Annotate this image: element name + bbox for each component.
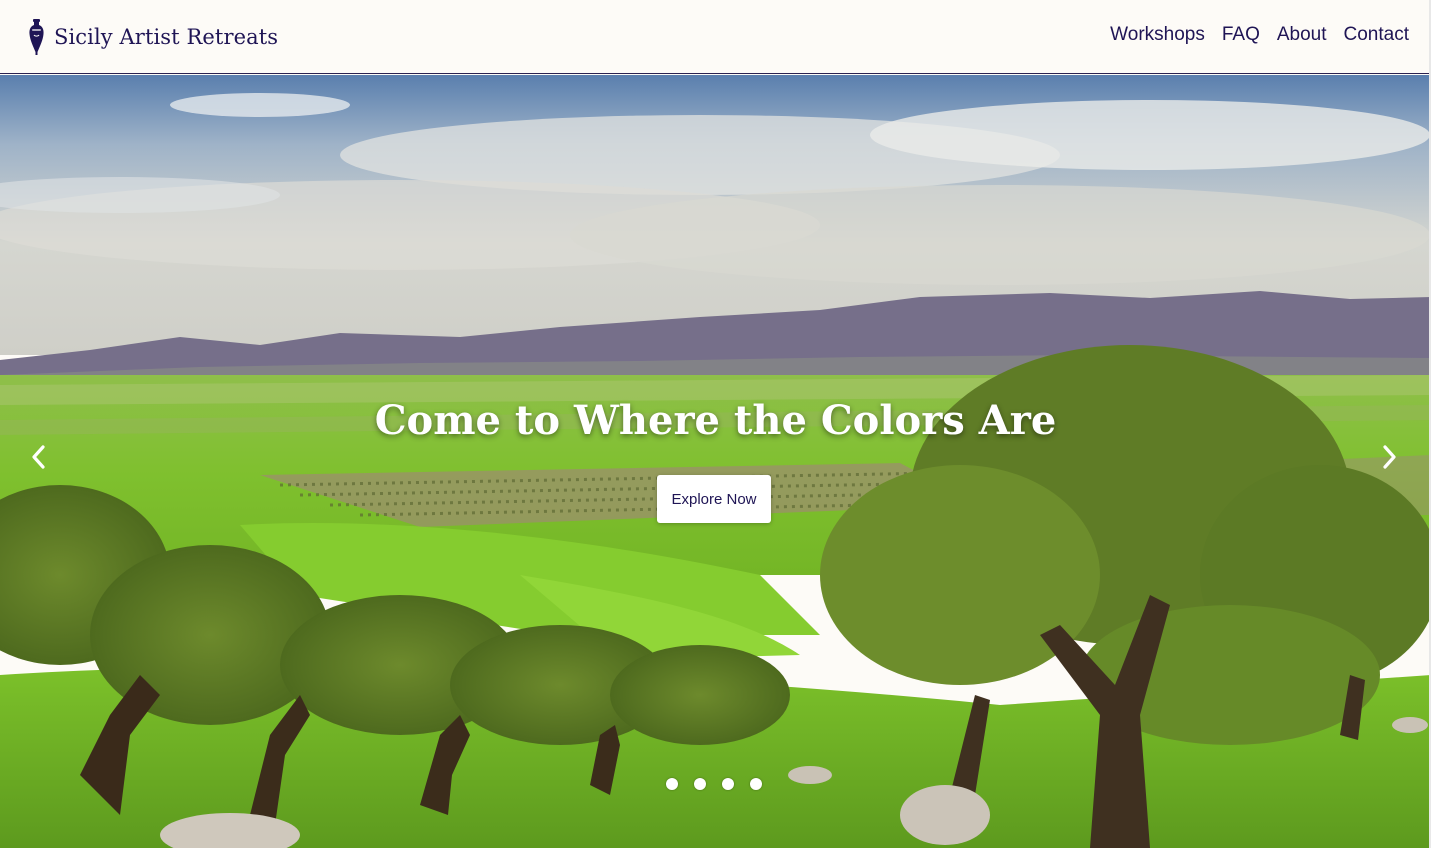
carousel-dot-2[interactable] (694, 778, 706, 790)
hero-carousel: Come to Where the Colors Are Explore Now (0, 75, 1431, 848)
chevron-right-icon (1383, 445, 1396, 469)
carousel-indicators (666, 778, 762, 790)
nav-link-contact[interactable]: Contact (1344, 22, 1409, 48)
site-header: Sicily Artist Retreats Workshops FAQ Abo… (0, 0, 1431, 74)
carousel-next-button[interactable] (1374, 442, 1404, 472)
carousel-dot-1[interactable] (666, 778, 678, 790)
carousel-prev-button[interactable] (24, 442, 54, 472)
nav-link-about[interactable]: About (1277, 22, 1327, 48)
brand-name: Sicily Artist Retreats (54, 25, 279, 49)
chevron-left-icon (32, 445, 45, 469)
nav-link-workshops[interactable]: Workshops (1110, 22, 1205, 48)
carousel-dot-4[interactable] (750, 778, 762, 790)
main-nav: Workshops FAQ About Contact (1110, 22, 1409, 48)
amphora-icon (29, 19, 44, 55)
carousel-dot-3[interactable] (722, 778, 734, 790)
nav-link-faq[interactable]: FAQ (1222, 22, 1260, 48)
explore-now-button[interactable]: Explore Now (657, 475, 771, 523)
brand-logo-link[interactable]: Sicily Artist Retreats (28, 18, 278, 56)
hero-title: Come to Where the Colors Are (374, 397, 1057, 444)
hero-image (0, 75, 1431, 848)
